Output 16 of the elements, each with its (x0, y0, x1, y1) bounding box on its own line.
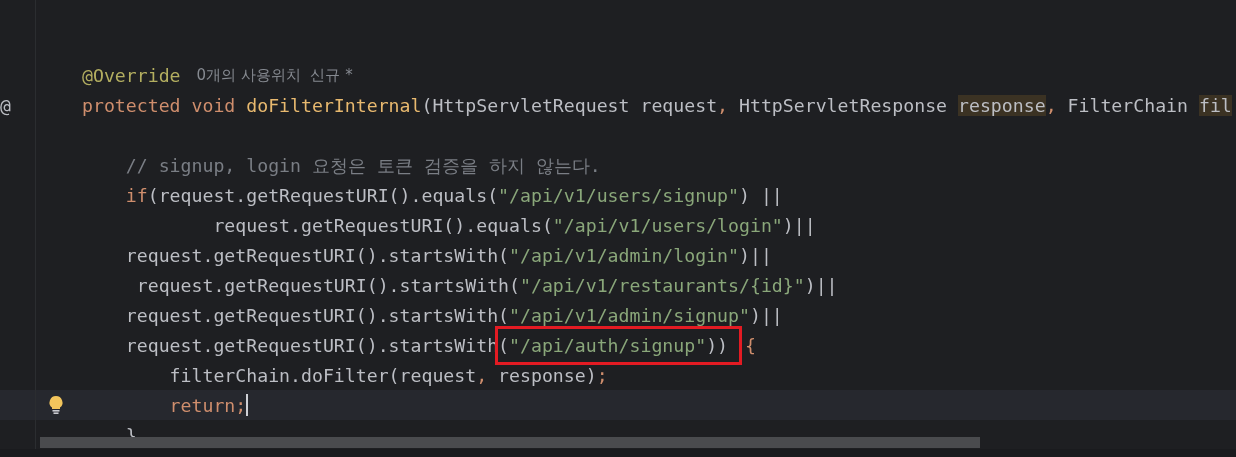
code-line: request.getRequestURI().equals("/api/v1/users/login")|| (212, 214, 816, 236)
code-line: // signup, login 요청은 토큰 검증을 하지 않는다. (124, 153, 601, 178)
code-line: { (745, 334, 756, 356)
code-line: request.getRequestURI().startsWith("/api/v1/admin/signup")|| (124, 304, 783, 326)
code-line: protected void doFilterInternal(HttpServletRequest request, HttpServletResponse response, FilterChain fil (82, 94, 1232, 116)
gutter-mark[interactable]: @ (0, 94, 11, 116)
highlight-box: ("/api/auth/signup")) (495, 325, 743, 365)
code-line: request.getRequestURI().startsWith("/api/v1/restaurants/{id}")|| (135, 274, 838, 296)
code-line: @Override (82, 64, 181, 86)
usage-hint[interactable]: 0개의 사용위치 신규 * (196, 65, 353, 85)
code-line: return; (168, 394, 247, 416)
lightbulb-icon[interactable] (48, 395, 64, 415)
code-line: if(request.getRequestURI().equals("/api/v1/users/signup") || (124, 184, 783, 206)
code-line: filterChain.doFilter(request, response); (168, 364, 608, 386)
horizontal-scrollbar[interactable] (40, 437, 980, 448)
code-line: request.getRequestURI().startsWith("/api/v1/admin/login")|| (124, 244, 772, 266)
